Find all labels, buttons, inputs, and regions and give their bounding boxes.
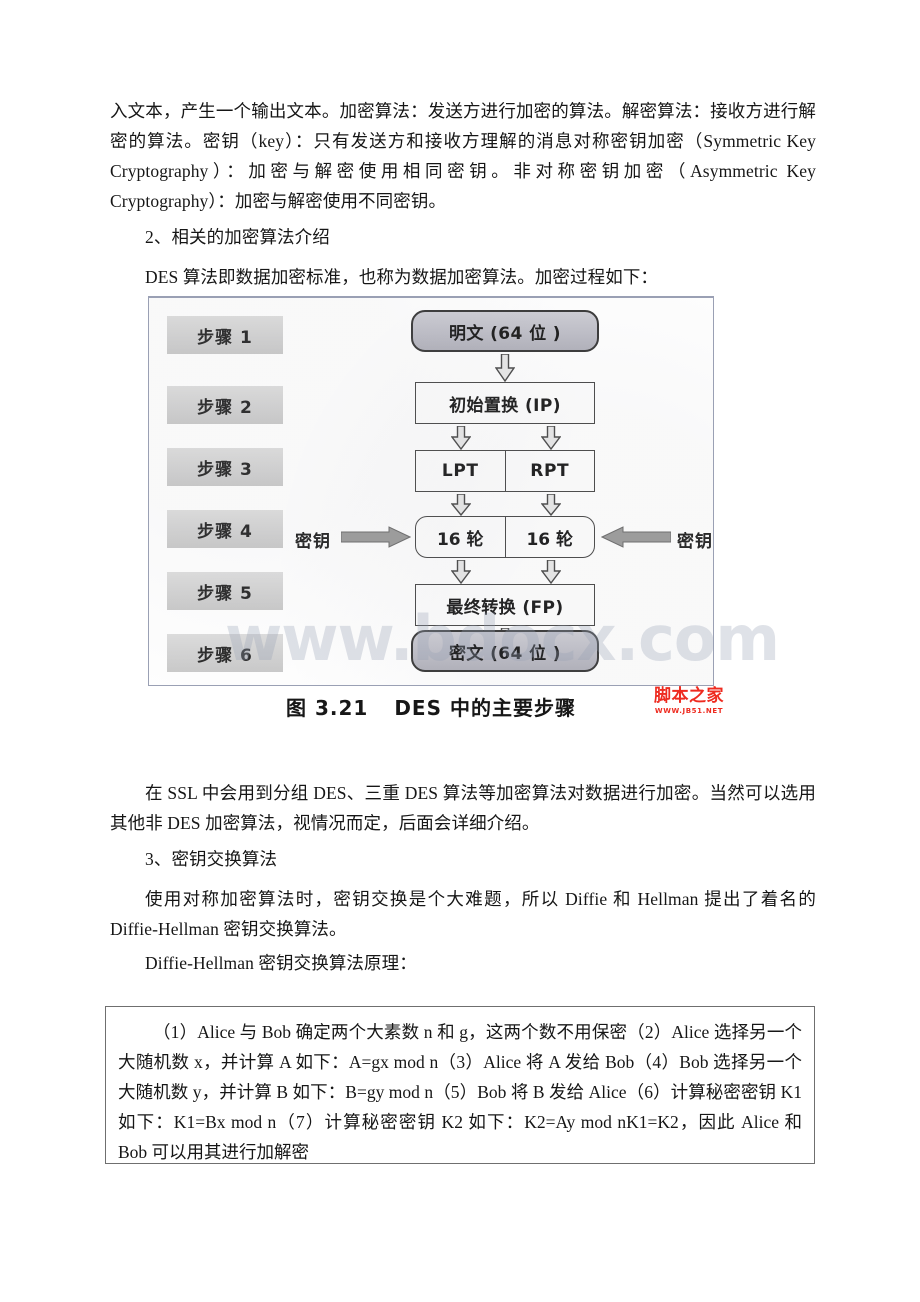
figure-caption-number: 图 3.21 [286, 696, 369, 720]
dh-steps-text: （1）Alice 与 Bob 确定两个大素数 n 和 g，这两个数不用保密（2）… [118, 1022, 802, 1162]
dh-steps-box: （1）Alice 与 Bob 确定两个大素数 n 和 g，这两个数不用保密（2）… [105, 1006, 815, 1164]
jb51-logo-url: WWW.JB51.NET [654, 707, 724, 715]
paragraph-heading-3: 3、密钥交换算法 [145, 849, 278, 869]
des-diagram-frame: 步骤 1 步骤 2 步骤 3 步骤 4 步骤 5 步骤 6 明文 (64 位 )… [148, 296, 714, 686]
jb51-logo: 脚本之家 WWW.JB51.NET [654, 688, 724, 715]
des-figure: 步骤 1 步骤 2 步骤 3 步骤 4 步骤 5 步骤 6 明文 (64 位 )… [140, 296, 780, 736]
paragraph-dh-intro: 使用对称加密算法时，密钥交换是个大难题，所以 Diffie 和 Hellman … [110, 889, 816, 939]
jb51-logo-name: 脚本之家 [654, 686, 724, 706]
arrow-ip-to-rpt [541, 426, 561, 450]
step-label-6: 步骤 6 [167, 634, 283, 672]
node-rpt: RPT [504, 451, 595, 491]
key-label-right: 密钥 [677, 532, 713, 552]
paragraph-des-intro: DES 算法即数据加密标准，也称为数据加密算法。加密过程如下： [145, 267, 659, 287]
node-initial-permutation: 初始置换 (IP) [415, 382, 595, 424]
step-label-2: 步骤 2 [167, 386, 283, 424]
arrow-lpt-to-rounds [451, 494, 471, 516]
node-rounds-right: 16 轮 [504, 517, 595, 557]
arrow-rounds-right-to-fp [541, 560, 561, 584]
key-arrow-right-icon [601, 526, 671, 548]
key-arrow-left-icon [341, 526, 411, 548]
node-lpt-rpt-row: LPT RPT [415, 450, 595, 492]
figure-caption: 图 3.21 DES 中的主要步骤 [148, 692, 714, 721]
paragraph-ssl: 在 SSL 中会用到分组 DES、三重 DES 算法等加密算法对数据进行加密。当… [110, 783, 816, 833]
node-lpt: LPT [441, 461, 479, 481]
paragraph-dh-principle: Diffie-Hellman 密钥交换算法原理： [145, 953, 417, 973]
node-rounds-left: 16 轮 [436, 529, 484, 550]
node-final-permutation: 最终转换 (FP) [415, 584, 595, 626]
step-label-3: 步骤 3 [167, 448, 283, 486]
node-plaintext: 明文 (64 位 ) [411, 310, 599, 352]
arrow-ip-to-lpt [451, 426, 471, 450]
node-rounds-row: 16 轮 16 轮 [415, 516, 595, 558]
arrow-plaintext-to-ip [495, 354, 515, 382]
step-label-4: 步骤 4 [167, 510, 283, 548]
arrow-rpt-to-rounds [541, 494, 561, 516]
node-ciphertext: 密文 (64 位 ) [411, 630, 599, 672]
key-label-left: 密钥 [295, 532, 331, 552]
document-page: 入文本，产生一个输出文本。加密算法：发送方进行加密的算法。解密算法：接收方进行解… [0, 0, 920, 1302]
arrow-rounds-left-to-fp [451, 560, 471, 584]
paragraph-intro: 入文本，产生一个输出文本。加密算法：发送方进行加密的算法。解密算法：接收方进行解… [110, 101, 816, 211]
step-label-5: 步骤 5 [167, 572, 283, 610]
paragraph-heading-2: 2、相关的加密算法介绍 [145, 227, 330, 247]
step-label-1: 步骤 1 [167, 316, 283, 354]
figure-caption-title: DES 中的主要步骤 [394, 696, 576, 720]
